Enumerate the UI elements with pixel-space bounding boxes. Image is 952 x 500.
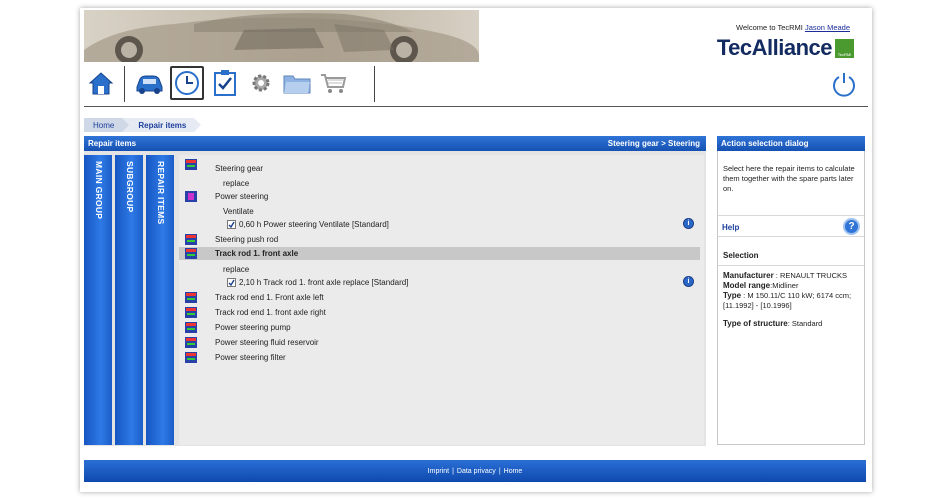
selection-info: Manufacturer : RENAULT TRUCKS Model rang… — [723, 271, 861, 329]
row-label: Power steering filter — [215, 353, 286, 362]
tab-repair-items[interactable]: REPAIR ITEMS — [146, 155, 174, 445]
row-label: Power steering fluid reservoir — [215, 338, 319, 347]
list-item-selected[interactable]: Track rod 1. front axle — [179, 247, 700, 260]
action-dialog-description: Select here the repair items to calculat… — [723, 164, 855, 193]
breadcrumb-current[interactable]: Repair items — [122, 118, 202, 132]
model-label: Model range — [723, 281, 771, 290]
action-dialog-header: Action selection dialog — [717, 136, 865, 151]
repair-items-list: Steering gear replace Power steering Ven… — [179, 155, 704, 445]
model-value: :Midliner — [770, 281, 799, 290]
list-item: 2,10 h Track rod 1. front axle replace [… — [179, 276, 700, 289]
list-item: replace — [179, 177, 700, 190]
group-icon — [185, 191, 197, 202]
footer-separator: | — [452, 467, 454, 475]
group-icon — [185, 322, 197, 333]
row-label: Steering push rod — [215, 235, 279, 244]
help-row: Help ? — [718, 215, 864, 237]
tab-subgroup[interactable]: SUBGROUP — [115, 155, 143, 445]
row-label: Track rod end 1. Front axle left — [215, 293, 324, 302]
manufacturer-label: Manufacturer — [723, 271, 774, 280]
app-window: Welcome to TecRMI Jason Meade TecAllianc… — [80, 8, 872, 492]
row-sub-label: replace — [223, 179, 250, 188]
group-icon — [185, 337, 197, 348]
group-icon — [185, 352, 197, 363]
checkbox-label: 0,60 h Power steering Ventilate [Standar… — [239, 220, 389, 229]
welcome-text: Welcome to TecRMI Jason Meade — [736, 23, 850, 32]
row-sub-label: Ventilate — [223, 207, 254, 216]
brand-name: TecAlliance — [716, 35, 833, 60]
selection-title: Selection — [723, 251, 759, 260]
gear-icon[interactable] — [244, 66, 278, 100]
type-value: : M 150.11/C 110 kW; 6174 ccm; [11.1992]… — [723, 291, 852, 310]
row-sub-label: replace — [223, 265, 250, 274]
group-icon — [185, 234, 197, 245]
selection-divider — [718, 265, 864, 266]
footer-bar: Imprint | Data privacy | Home — [84, 460, 866, 482]
help-link[interactable]: Help — [722, 223, 739, 232]
header-divider — [84, 106, 868, 107]
main-toolbar — [84, 66, 384, 104]
structure-value: : Standard — [787, 319, 823, 328]
car-icon[interactable] — [132, 66, 166, 100]
group-icon — [185, 159, 197, 170]
info-icon[interactable]: i — [683, 218, 694, 229]
cart-icon[interactable] — [316, 66, 350, 100]
breadcrumb: Home Repair items — [84, 118, 202, 132]
panel-title: Repair items — [88, 139, 137, 148]
structure-label: Type of structure — [723, 319, 788, 328]
repair-items-panel: MAIN GROUP SUBGROUP REPAIR ITEMS Steerin… — [84, 151, 706, 446]
row-label: Track rod 1. front axle — [215, 249, 299, 258]
checklist-icon[interactable] — [208, 66, 242, 100]
list-item[interactable]: Power steering pump — [179, 321, 700, 334]
list-item[interactable]: Power steering filter — [179, 351, 700, 364]
panel-path: Steering gear > Steering — [607, 139, 700, 148]
manufacturer-value: : RENAULT TRUCKS — [775, 271, 848, 280]
checkbox-label: 2,10 h Track rod 1. front axle replace [… — [239, 278, 409, 287]
user-name-link[interactable]: Jason Meade — [805, 23, 850, 32]
row-label: Track rod end 1. front axle right — [215, 308, 326, 317]
help-icon[interactable]: ? — [843, 218, 860, 235]
list-item[interactable]: Track rod end 1. Front axle left — [179, 291, 700, 304]
group-icon — [185, 307, 197, 318]
row-checkbox[interactable] — [227, 220, 236, 229]
row-checkbox[interactable] — [227, 278, 236, 287]
row-label: Steering gear — [215, 164, 264, 173]
car-banner-image — [84, 10, 479, 62]
clock-icon[interactable] — [170, 66, 204, 100]
repair-items-header: Repair items Steering gear > Steering — [84, 136, 706, 151]
tecalliance-logo: TecAlliance TecRMI — [717, 35, 854, 61]
breadcrumb-home[interactable]: Home — [84, 118, 130, 132]
footer-link-imprint[interactable]: Imprint — [428, 468, 449, 475]
list-item: Ventilate — [179, 205, 700, 218]
list-item[interactable]: Track rod end 1. front axle right — [179, 306, 700, 319]
list-item[interactable]: Steering push rod — [179, 233, 700, 246]
footer-separator: | — [498, 467, 501, 475]
list-item: replace — [179, 263, 700, 276]
row-label: Power steering — [215, 192, 269, 201]
folder-icon[interactable] — [280, 66, 314, 100]
type-label: Type — [723, 291, 742, 300]
list-item: 0,60 h Power steering Ventilate [Standar… — [179, 218, 700, 231]
home-icon[interactable] — [84, 66, 118, 100]
list-item[interactable]: Steering gear — [179, 159, 700, 174]
info-icon[interactable]: i — [683, 276, 694, 287]
row-label: Power steering pump — [215, 323, 291, 332]
action-dialog-panel: Select here the repair items to calculat… — [717, 151, 865, 445]
power-icon[interactable] — [830, 70, 858, 98]
footer-link-home[interactable]: Home — [504, 468, 523, 475]
footer-link-data-privacy[interactable]: Data privacy — [457, 468, 496, 475]
list-item[interactable]: Power steering fluid reservoir — [179, 336, 700, 349]
brand-mark-icon: TecRMI — [835, 38, 854, 58]
list-item[interactable]: Power steering — [179, 190, 700, 203]
group-icon — [185, 292, 197, 303]
welcome-label: Welcome to TecRMI — [736, 23, 803, 32]
group-icon — [185, 248, 197, 259]
tab-main-group[interactable]: MAIN GROUP — [84, 155, 112, 445]
